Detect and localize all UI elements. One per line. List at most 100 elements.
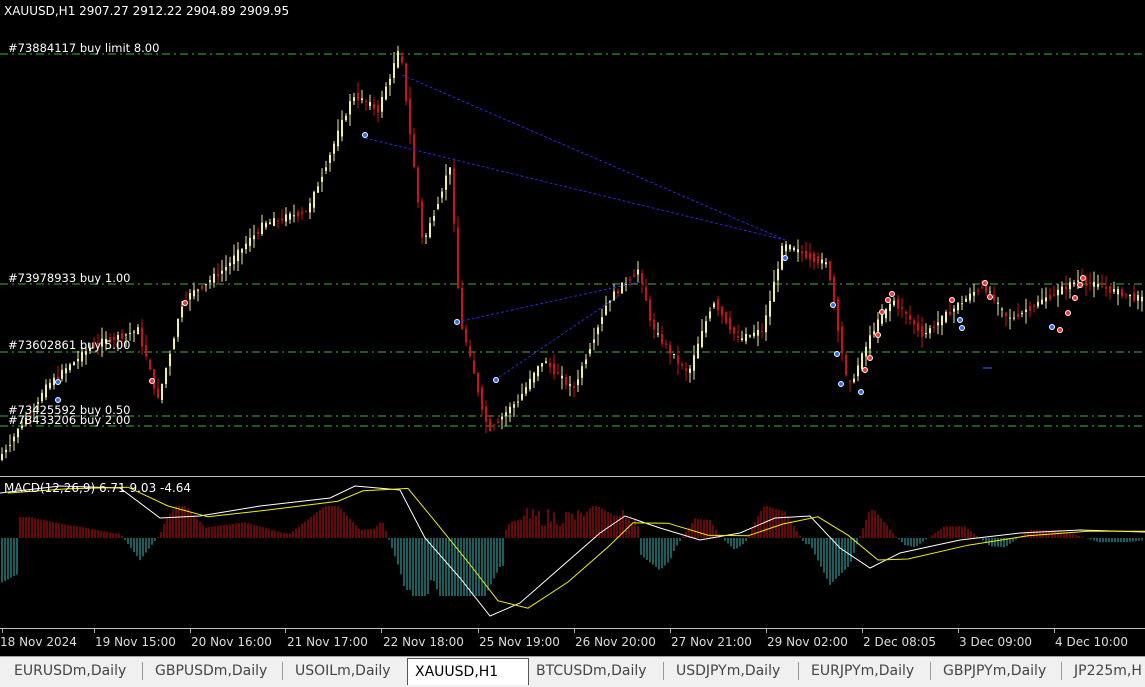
- time-label: 3 Dec 09:00: [959, 635, 1033, 649]
- candle-body: [317, 186, 319, 193]
- candle-body: [1069, 282, 1071, 290]
- candle-body: [821, 259, 823, 264]
- tab-eurusdm-daily[interactable]: EURUSDm,Daily: [10, 660, 130, 682]
- candle-body: [77, 358, 79, 362]
- candle-body: [1, 454, 3, 460]
- candle-body: [45, 384, 47, 398]
- candle-body: [585, 359, 587, 364]
- time-label: 26 Nov 20:00: [575, 635, 656, 649]
- candle-body: [17, 428, 19, 438]
- candle-body: [1045, 297, 1047, 302]
- candle-body: [537, 366, 539, 377]
- macd-canvas[interactable]: [0, 478, 1145, 628]
- candle-body: [853, 378, 855, 383]
- candle-body: [509, 406, 511, 414]
- candle-body: [405, 63, 407, 102]
- macd-signal-line: [7, 486, 1145, 609]
- candle-body: [757, 329, 759, 336]
- candle-body: [909, 315, 911, 320]
- candle-body: [941, 315, 943, 326]
- trade-marker-buy: [959, 325, 965, 331]
- candle-body: [305, 210, 307, 212]
- order-label-1[interactable]: #73884117 buy limit 8.00: [8, 41, 159, 55]
- trade-marker-sell: [982, 280, 988, 286]
- trade-marker-buy: [830, 302, 836, 308]
- tab-jp225m-h[interactable]: JP225m,H: [1070, 660, 1145, 682]
- candle-body: [209, 280, 211, 283]
- candle-body: [489, 419, 491, 431]
- candle-body: [193, 290, 195, 297]
- candle-body: [1077, 280, 1079, 282]
- candle-body: [1037, 301, 1039, 307]
- candle-body: [1057, 289, 1059, 296]
- order-label-2[interactable]: #73978933 buy 1.00: [8, 271, 130, 285]
- candle-body: [817, 256, 819, 264]
- candle-body: [165, 368, 167, 384]
- candle-body: [1073, 282, 1075, 285]
- candle-body: [929, 328, 931, 334]
- candle-body: [717, 299, 719, 311]
- candle-body: [713, 303, 715, 308]
- macd-indicator-pane[interactable]: MACD(12,26,9) 6.71 9.03 -4.64: [0, 478, 1145, 628]
- candle-body: [41, 392, 43, 402]
- trade-marker-sell: [1057, 327, 1063, 333]
- candle-body: [957, 303, 959, 311]
- candle-body: [737, 335, 739, 338]
- price-chart-pane[interactable]: XAUUSD,H1 2907.27 2912.22 2904.89 2909.9…: [0, 0, 1145, 477]
- candle-body: [685, 368, 687, 372]
- pane-separator[interactable]: [0, 476, 1145, 477]
- candle-body: [897, 298, 899, 309]
- candle-body: [485, 406, 487, 422]
- candle-body: [237, 249, 239, 262]
- candle-body: [501, 416, 503, 420]
- tab-xauusd-h1[interactable]: XAUUSD,H1: [407, 658, 529, 685]
- candle-body: [981, 287, 983, 289]
- candle-body: [837, 299, 839, 331]
- trade-marker-buy: [858, 389, 864, 395]
- price-chart-canvas[interactable]: [0, 0, 1145, 477]
- candle-body: [1109, 285, 1111, 293]
- tab-usoilm-daily[interactable]: USOILm,Daily: [291, 660, 395, 682]
- macd-line: [0, 485, 1145, 617]
- candle-body: [457, 227, 459, 289]
- candle-body: [269, 222, 271, 225]
- candle-body: [733, 327, 735, 334]
- order-label-3[interactable]: #73602861 buy 5.00: [8, 338, 130, 352]
- candle-body: [173, 338, 175, 350]
- tab-gbpusdm-daily[interactable]: GBPUSDm,Daily: [151, 660, 271, 682]
- candle-body: [73, 362, 75, 366]
- time-label: 4 Dec 10:00: [1055, 635, 1129, 649]
- trade-marker-buy: [493, 377, 499, 383]
- candle-body: [1097, 284, 1099, 288]
- candle-body: [69, 364, 71, 371]
- candle-body: [761, 330, 763, 332]
- candle-body: [829, 261, 831, 281]
- candle-body: [389, 78, 391, 85]
- candle-body: [377, 104, 379, 113]
- candle-body: [65, 368, 67, 374]
- candle-body: [905, 311, 907, 314]
- candle-body: [965, 298, 967, 302]
- candle-body: [53, 377, 55, 386]
- candle-body: [225, 266, 227, 271]
- tab-gbpjpym-daily[interactable]: GBPJPYm,Daily: [939, 660, 1050, 682]
- candle-body: [329, 154, 331, 163]
- tab-usdjpym-daily[interactable]: USDJPYm,Daily: [672, 660, 784, 682]
- candle-body: [289, 213, 291, 220]
- macd-histogram: [1, 506, 1143, 596]
- candle-body: [629, 279, 631, 281]
- candle-body: [181, 306, 183, 318]
- candle-body: [517, 401, 519, 403]
- order-label-5[interactable]: #73433206 buy 2.00: [8, 413, 130, 427]
- candle-body: [9, 444, 11, 446]
- tab-eurjpym-daily[interactable]: EURJPYm,Daily: [807, 660, 918, 682]
- candle-body: [1125, 293, 1127, 295]
- candle-body: [777, 269, 779, 281]
- candle-body: [553, 363, 555, 375]
- candle-body: [177, 319, 179, 337]
- candle-body: [973, 291, 975, 296]
- candle-body: [901, 307, 903, 310]
- candles: [1, 45, 1143, 462]
- candle-body: [477, 373, 479, 393]
- tab-btcusdm-daily[interactable]: BTCUSDm,Daily: [532, 660, 651, 682]
